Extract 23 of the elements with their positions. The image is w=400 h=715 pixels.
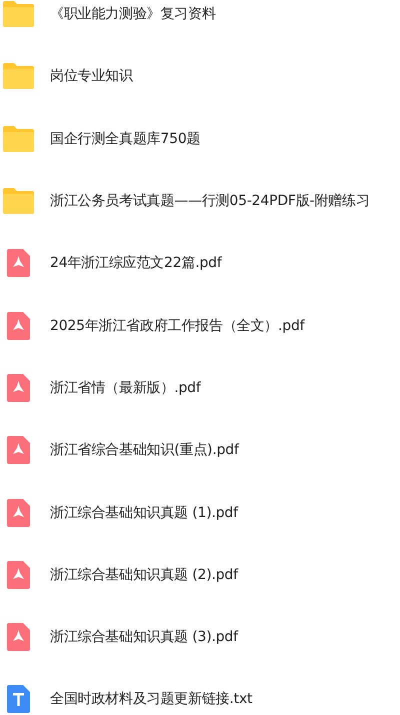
file-name[interactable]: 浙江综合基础知识真题 (3).pdf: [50, 628, 238, 646]
file-name[interactable]: 浙江公务员考试真题——行测05-24PDF版-附赠练习: [50, 192, 370, 210]
file-name[interactable]: 2025年浙江省政府工作报告（全文）.pdf: [50, 316, 304, 335]
file-name[interactable]: 国企行测全真题库750题: [50, 130, 200, 148]
folder-icon: [3, 1, 34, 28]
file-name[interactable]: 24年浙江综应范文22篇.pdf: [50, 254, 222, 272]
pdf-file-icon: [7, 436, 30, 464]
pdf-file-icon: [7, 623, 30, 652]
pdf-file-icon: [7, 498, 30, 527]
file-name[interactable]: 《职业能力测验》复习资料: [50, 5, 216, 24]
file-name[interactable]: 全国时政材料及习题更新链接.txt: [50, 690, 252, 708]
folder-icon: [3, 126, 34, 152]
pdf-file-icon: [7, 312, 30, 340]
folder-icon: [3, 188, 34, 214]
file-name[interactable]: 浙江综合基础知识真题 (2).pdf: [50, 566, 238, 584]
file-name[interactable]: 浙江综合基础知识真题 (1).pdf: [50, 504, 238, 522]
pdf-file-icon: [7, 560, 30, 589]
file-name[interactable]: 浙江省情（最新版）.pdf: [50, 378, 201, 397]
file-name[interactable]: 浙江省综合基础知识(重点).pdf: [50, 441, 239, 460]
pdf-file-icon: [7, 249, 30, 278]
file-name[interactable]: 岗位专业知识: [50, 67, 133, 86]
pdf-file-icon: [7, 374, 30, 402]
folder-icon: [3, 63, 34, 90]
